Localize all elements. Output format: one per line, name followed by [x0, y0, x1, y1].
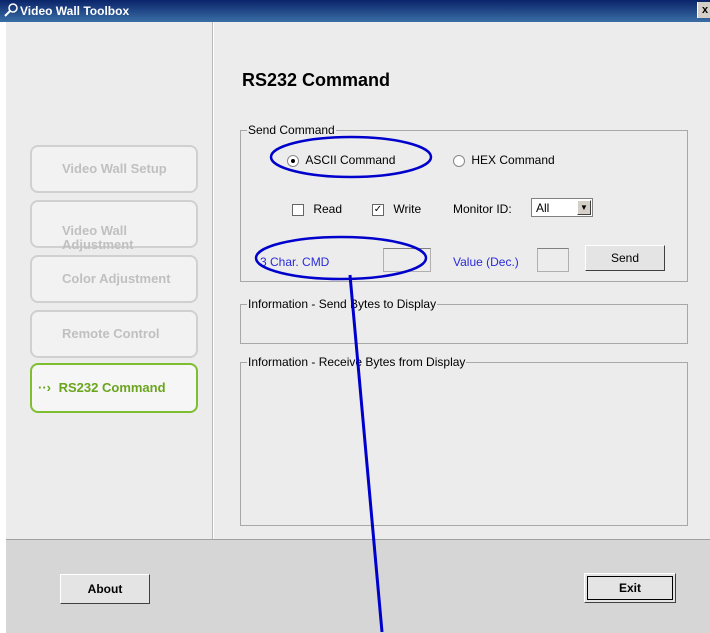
checkbox-label: Write — [393, 202, 422, 216]
app-window: Video Wall Setup Video Wall Adjustment C… — [6, 22, 710, 633]
receive-bytes-group: Information - Receive Bytes from Display — [240, 355, 688, 526]
app-icon — [4, 3, 18, 17]
nav-remote-control[interactable]: Remote Control — [30, 310, 198, 358]
nav-color-adjustment[interactable]: Color Adjustment — [30, 255, 198, 303]
group-legend: Send Command — [247, 123, 336, 137]
page-title: RS232 Command — [242, 70, 391, 90]
nav-item-label: Remote Control — [62, 326, 160, 341]
cmd-label: 3 Char. CMD — [260, 255, 330, 269]
read-checkbox[interactable]: Read — [292, 202, 342, 216]
ascii-command-radio[interactable]: ASCII Command — [287, 153, 395, 167]
checkbox-unchecked-icon — [292, 203, 304, 216]
about-button[interactable]: About — [60, 574, 150, 604]
value-label: Value (Dec.) — [453, 255, 519, 269]
radio-label: ASCII Command — [305, 153, 396, 167]
monitor-id-select[interactable]: All ▼ — [531, 198, 593, 217]
checkmark-icon: ✓ — [372, 203, 384, 216]
nav-video-wall-adjustment[interactable]: Video Wall Adjustment — [30, 200, 198, 252]
footer-bar: About Exit — [6, 539, 710, 633]
send-bytes-group: Information - Send Bytes to Display — [240, 297, 688, 344]
group-legend: Information - Send Bytes to Display — [247, 297, 438, 311]
nav-rs232-command[interactable]: ··› RS232 Command — [30, 363, 198, 413]
write-checkbox[interactable]: ✓ Write — [372, 202, 421, 216]
nav-item-label: Video Wall Adjustment — [62, 223, 134, 252]
select-value: All — [536, 201, 550, 215]
group-legend: Information - Receive Bytes from Display — [247, 355, 467, 369]
monitor-id-label: Monitor ID: — [453, 202, 512, 216]
value-input[interactable] — [537, 248, 569, 272]
close-button[interactable]: x — [697, 2, 710, 18]
cmd-input[interactable] — [383, 248, 431, 272]
checkbox-label: Read — [313, 202, 343, 216]
nav-item-label: RS232 Command — [58, 380, 166, 395]
arrow-right-icon: ··› — [38, 380, 51, 395]
window-title: Video Wall Toolbox — [20, 4, 130, 18]
nav-panel: Video Wall Setup Video Wall Adjustment C… — [6, 22, 213, 539]
chevron-down-icon: ▼ — [577, 200, 591, 215]
radio-label: HEX Command — [471, 153, 555, 167]
nav-video-wall-setup[interactable]: Video Wall Setup — [30, 145, 198, 193]
main-panel: RS232 Command Send Command ASCII Command… — [214, 22, 710, 539]
send-button[interactable]: Send — [585, 245, 665, 271]
title-bar: Video Wall Toolbox x — [0, 0, 710, 22]
send-command-group: Send Command ASCII Command HEX Command R… — [240, 123, 688, 282]
radio-unselected-icon — [453, 154, 465, 167]
nav-item-label: Video Wall Setup — [62, 161, 167, 176]
exit-button[interactable]: Exit — [584, 573, 676, 603]
nav-item-label: Color Adjustment — [62, 271, 171, 286]
radio-selected-icon — [287, 154, 299, 167]
hex-command-radio[interactable]: HEX Command — [453, 153, 555, 167]
